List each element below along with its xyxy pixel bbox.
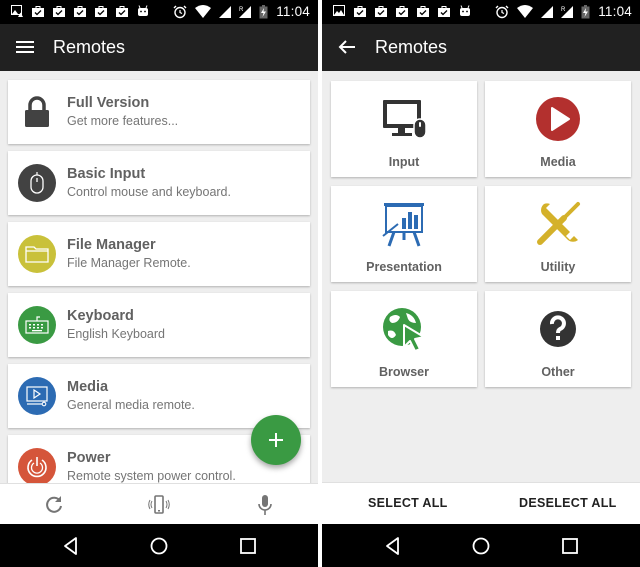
android-icon <box>460 5 470 16</box>
media-screen-icon <box>18 377 56 415</box>
shopping-bag-check-icon <box>438 6 450 17</box>
add-remote-fab[interactable] <box>251 415 301 465</box>
question-circle-icon <box>540 311 576 347</box>
notification-icons <box>333 5 471 17</box>
category-tile-other[interactable]: Other <box>485 291 631 387</box>
alarm-icon <box>495 5 509 18</box>
remote-subtitle: Get more features... <box>67 114 179 128</box>
shopping-bag-check-icon <box>417 6 429 17</box>
clock: 11:04 <box>598 4 632 19</box>
category-label: Browser <box>378 365 430 379</box>
category-tile-browser[interactable]: Browser <box>331 291 477 387</box>
category-tile-input[interactable]: Input <box>331 81 477 177</box>
category-label: Presentation <box>366 260 442 274</box>
remote-item-basic-input[interactable]: Basic Input Control mouse and keyboard. <box>8 151 310 215</box>
roaming-signal-icon: R <box>239 5 252 18</box>
cell-signal-icon <box>219 5 232 18</box>
refresh-icon[interactable] <box>42 493 66 517</box>
lock-icon <box>18 93 56 131</box>
wifi-icon <box>195 4 212 18</box>
remote-item-file-manager[interactable]: File Manager File Manager Remote. <box>8 222 310 286</box>
remote-title: Full Version <box>67 95 150 111</box>
recents-square-icon[interactable] <box>559 535 581 557</box>
shopping-bag-check-icon <box>53 6 65 17</box>
shopping-bag-check-icon <box>396 6 408 17</box>
system-icons: R 11:04 <box>173 4 310 19</box>
home-circle-icon[interactable] <box>148 535 170 557</box>
page-title: Remotes <box>53 37 126 57</box>
android-icon <box>138 5 148 16</box>
shopping-bag-check-icon <box>375 6 387 17</box>
battery-charging-icon <box>259 4 268 18</box>
battery-charging-icon <box>581 4 590 18</box>
remote-subtitle: Control mouse and keyboard. <box>67 185 231 199</box>
category-label: Other <box>541 365 575 379</box>
svg-text:R: R <box>239 7 244 13</box>
category-label: Utility <box>540 260 576 274</box>
keyboard-icon <box>18 306 56 344</box>
back-triangle-icon[interactable] <box>60 535 82 557</box>
page-title: Remotes <box>375 37 448 57</box>
hamburger-menu-icon[interactable] <box>14 36 36 58</box>
globe-cursor-icon <box>383 308 425 352</box>
microphone-icon[interactable] <box>253 493 277 517</box>
shopping-bag-check-icon <box>32 6 44 17</box>
remote-title: Keyboard <box>67 308 134 324</box>
bottom-toolbar <box>0 483 318 524</box>
remote-subtitle: English Keyboard <box>67 327 165 341</box>
select-all-button[interactable]: SELECT ALL <box>368 496 448 510</box>
shopping-bag-check-icon <box>74 6 86 17</box>
back-arrow-icon[interactable] <box>336 36 358 58</box>
shopping-bag-check-icon <box>116 6 128 17</box>
remote-categories-screen: R 11:04 Remotes Input Media Presentation… <box>322 0 640 567</box>
selection-action-bar: SELECT ALL DESELECT ALL <box>322 482 640 524</box>
presentation-board-icon <box>382 203 424 247</box>
clock: 11:04 <box>276 4 310 19</box>
svg-text:R: R <box>561 7 566 13</box>
remote-title: Basic Input <box>67 166 146 182</box>
remote-title: File Manager <box>67 237 156 253</box>
app-bar: Remotes <box>322 24 640 71</box>
deselect-all-button[interactable]: DESELECT ALL <box>519 496 617 510</box>
remote-item-keyboard[interactable]: Keyboard English Keyboard <box>8 293 310 357</box>
system-nav-bar <box>0 524 318 567</box>
status-bar: R 11:04 <box>0 0 318 24</box>
app-bar: Remotes <box>0 24 318 71</box>
mouse-icon <box>18 164 56 202</box>
power-icon <box>18 448 56 486</box>
plus-icon <box>269 433 283 447</box>
shopping-bag-check-icon <box>354 6 366 17</box>
remote-subtitle: File Manager Remote. <box>67 256 191 270</box>
image-alert-icon <box>11 5 23 17</box>
shopping-bag-check-icon <box>95 6 107 17</box>
notification-icons <box>11 5 149 17</box>
roaming-signal-icon: R <box>561 5 574 18</box>
alarm-icon <box>173 5 187 18</box>
remote-subtitle: General media remote. <box>67 398 195 412</box>
remote-title: Media <box>67 379 109 395</box>
category-tile-utility[interactable]: Utility <box>485 186 631 282</box>
remote-title: Power <box>67 450 111 466</box>
system-icons: R 11:04 <box>495 4 632 19</box>
remotes-list-screen: R 11:04 Remotes Full Version Get more fe… <box>0 0 318 567</box>
tools-icon <box>537 202 580 245</box>
remote-subtitle: Remote system power control. <box>67 469 236 483</box>
system-nav-bar <box>322 524 640 567</box>
folder-icon <box>18 235 56 273</box>
category-tile-presentation[interactable]: Presentation <box>331 186 477 282</box>
category-tile-media[interactable]: Media <box>485 81 631 177</box>
status-bar: R 11:04 <box>322 0 640 24</box>
recents-square-icon[interactable] <box>237 535 259 557</box>
home-circle-icon[interactable] <box>470 535 492 557</box>
back-triangle-icon[interactable] <box>382 535 404 557</box>
category-label: Media <box>540 155 576 169</box>
phone-vibrate-icon[interactable] <box>147 493 171 517</box>
monitor-mouse-icon <box>383 100 427 139</box>
category-label: Input <box>388 155 420 169</box>
play-circle-icon <box>536 97 580 141</box>
remote-item-full-version[interactable]: Full Version Get more features... <box>8 80 310 144</box>
wifi-icon <box>517 4 534 18</box>
image-icon <box>333 5 345 16</box>
cell-signal-icon <box>541 5 554 18</box>
